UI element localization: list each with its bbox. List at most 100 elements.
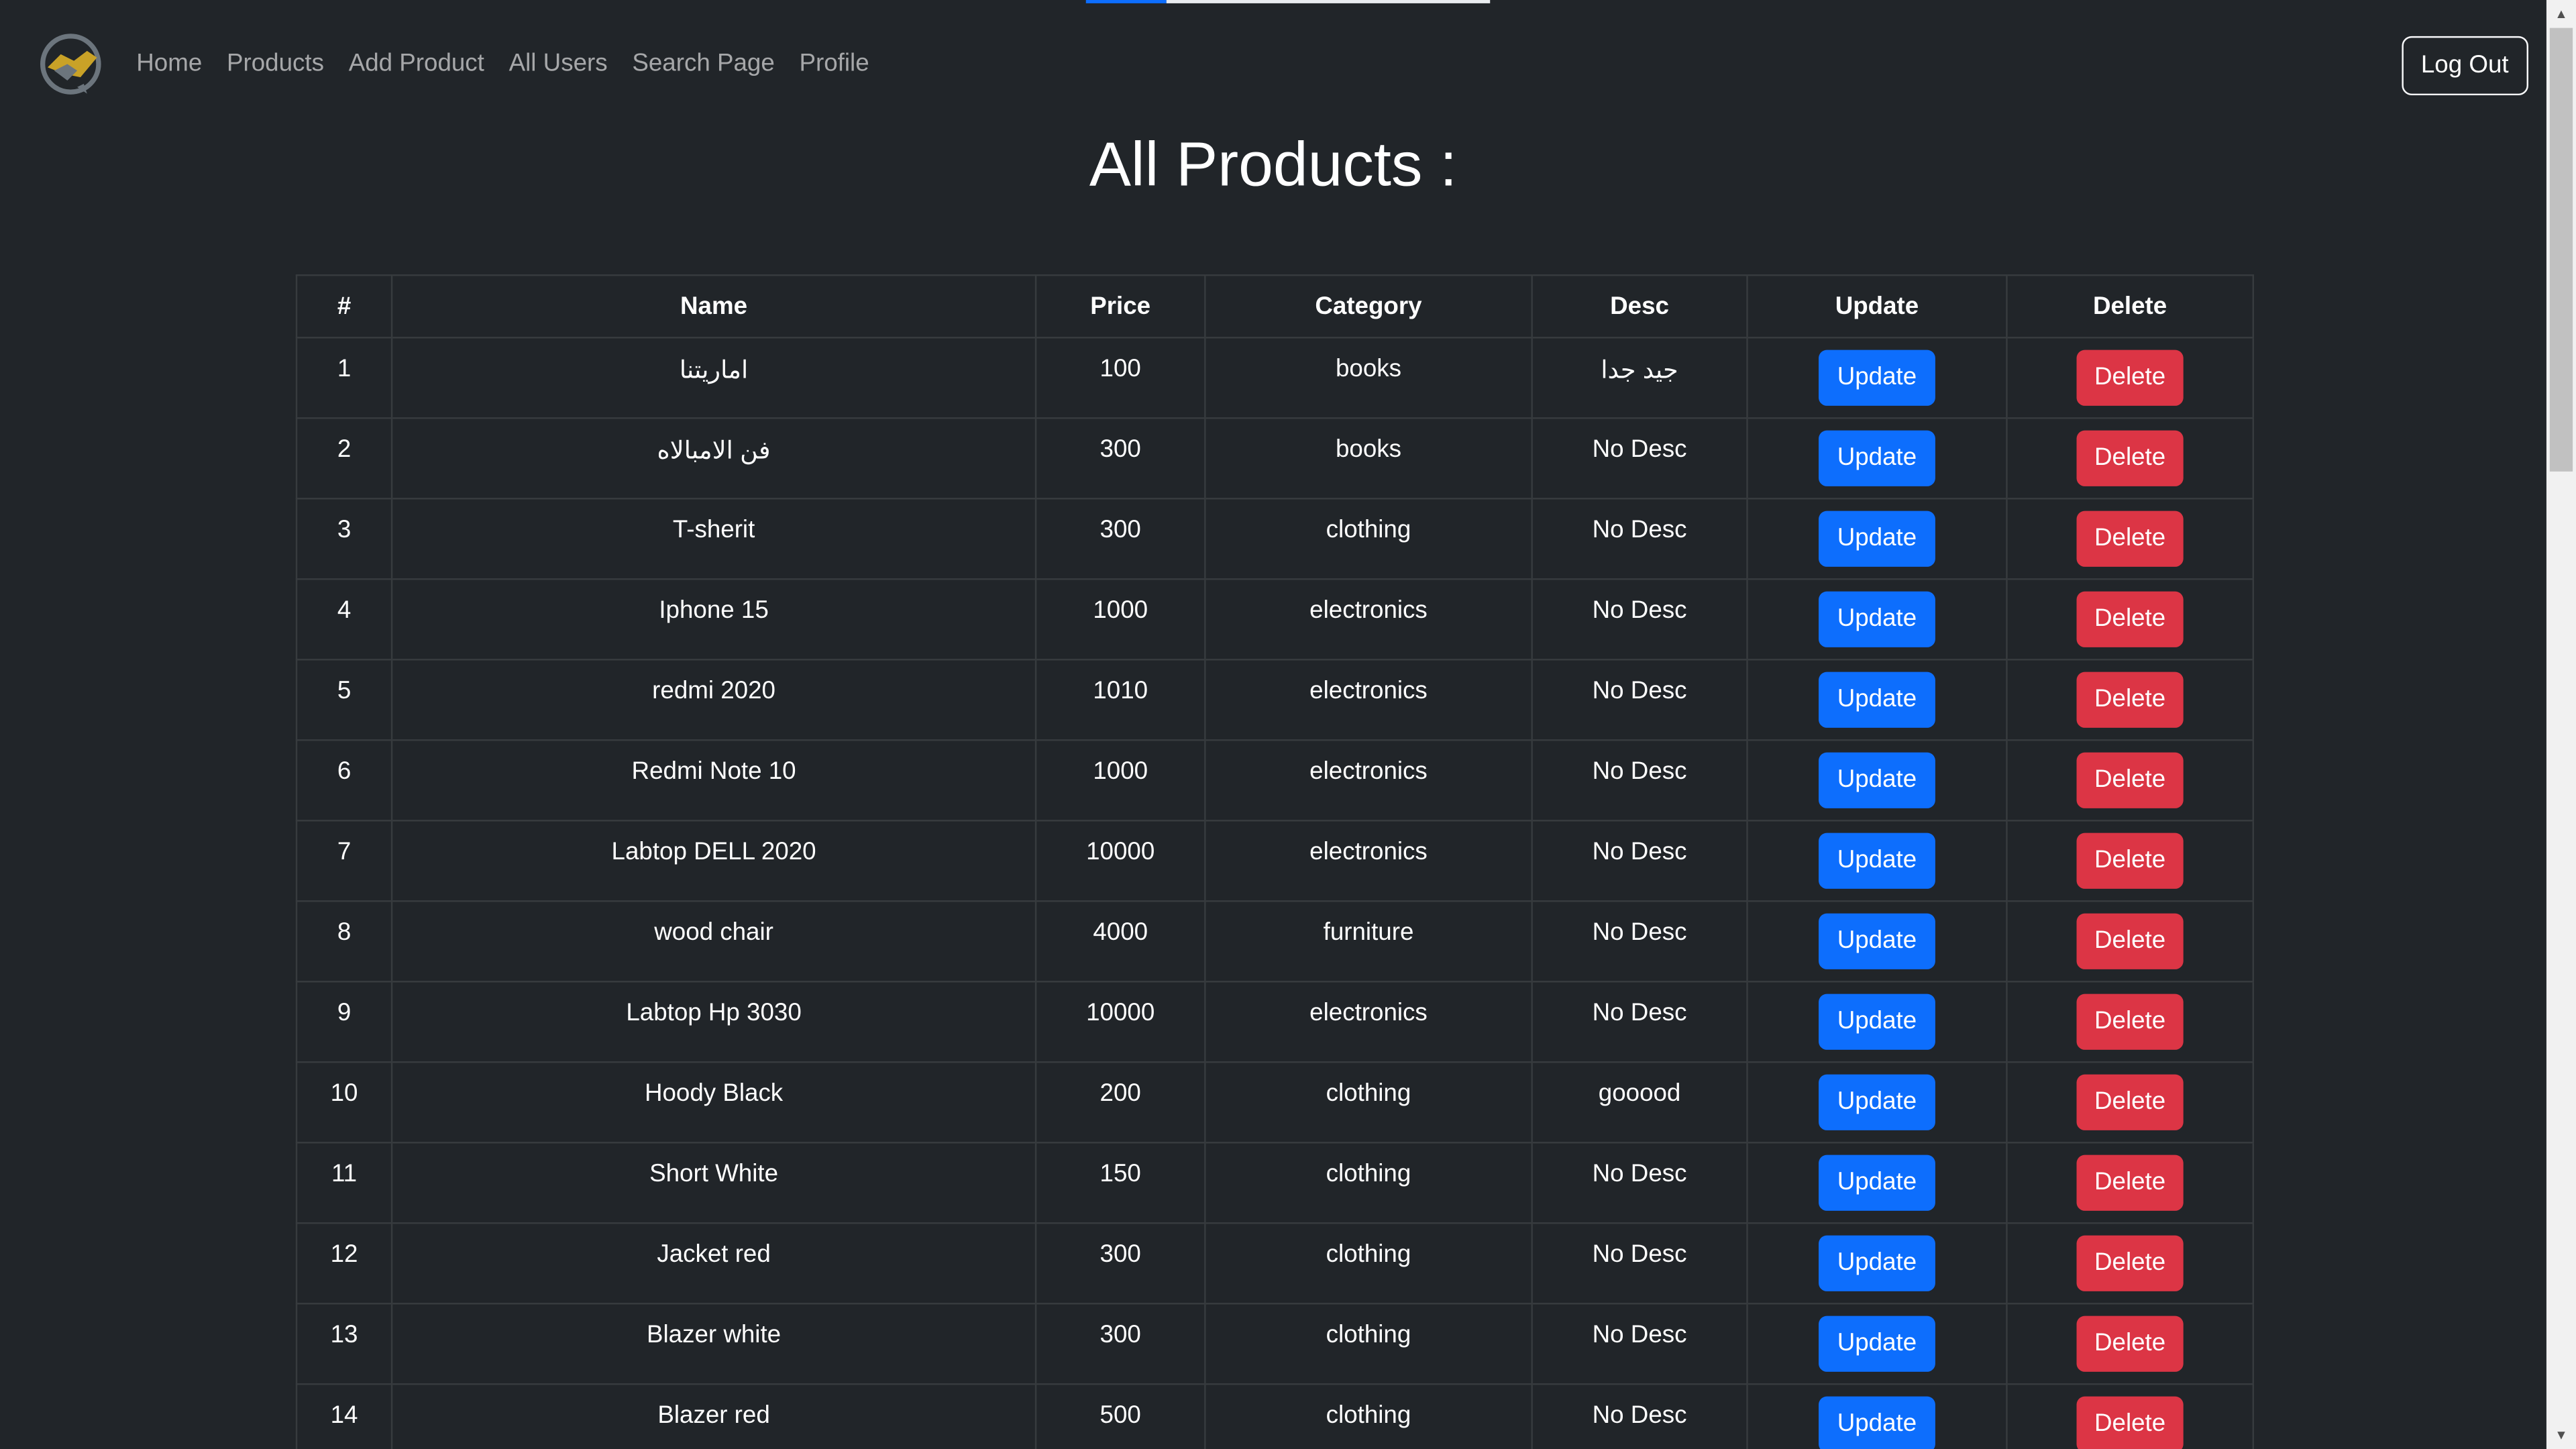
cell-price: 4000: [1034, 900, 1206, 983]
cell-name: wood chair: [390, 900, 1037, 983]
cell-desc: No Desc: [1531, 417, 1748, 500]
cell-delete: Delete: [2006, 1383, 2255, 1449]
update-button[interactable]: Update: [1819, 1396, 1935, 1449]
update-button[interactable]: Update: [1819, 672, 1935, 728]
column-header-number: #: [295, 274, 393, 339]
cell-desc: No Desc: [1531, 578, 1748, 661]
delete-button[interactable]: Delete: [2076, 1074, 2184, 1130]
update-button[interactable]: Update: [1819, 1074, 1935, 1130]
delete-button[interactable]: Delete: [2076, 591, 2184, 647]
cell-delete: Delete: [2006, 1222, 2255, 1305]
cell-price: 500: [1034, 1383, 1206, 1449]
update-button[interactable]: Update: [1819, 1235, 1935, 1291]
handshake-logo-icon[interactable]: [38, 32, 103, 97]
update-button[interactable]: Update: [1819, 430, 1935, 486]
products-table: # Name Price Category Desc Update Delete…: [295, 274, 2255, 1449]
nav-link-products[interactable]: Products: [227, 49, 324, 82]
cell-name: redmi 2020: [390, 659, 1037, 741]
cell-desc: No Desc: [1531, 1303, 1748, 1385]
cell-category: furniture: [1204, 900, 1533, 983]
delete-button[interactable]: Delete: [2076, 833, 2184, 889]
table-header-row: # Name Price Category Desc Update Delete: [295, 274, 2255, 339]
cell-number: 13: [295, 1303, 393, 1385]
cell-price: 200: [1034, 1061, 1206, 1144]
cell-delete: Delete: [2006, 659, 2255, 741]
products-table-container: # Name Price Category Desc Update Delete…: [295, 274, 2255, 1449]
scrollbar[interactable]: ▲ ▼: [2546, 0, 2576, 1449]
cell-category: clothing: [1204, 1383, 1533, 1449]
cell-number: 12: [295, 1222, 393, 1305]
cell-delete: Delete: [2006, 820, 2255, 902]
cell-desc: No Desc: [1531, 1142, 1748, 1224]
cell-delete: Delete: [2006, 1303, 2255, 1385]
delete-button[interactable]: Delete: [2076, 1396, 2184, 1449]
logout-button[interactable]: Log Out: [2401, 36, 2528, 96]
update-button[interactable]: Update: [1819, 994, 1935, 1050]
scroll-up-arrow-icon[interactable]: ▲: [2546, 0, 2576, 28]
table-body: 1 اماريتنا 100 books جيد جدا Update Delete 2 فن …: [295, 337, 2255, 1449]
column-header-update: Update: [1746, 274, 2008, 339]
cell-delete: Delete: [2006, 578, 2255, 661]
cell-category: electronics: [1204, 659, 1533, 741]
nav-link-profile[interactable]: Profile: [800, 49, 869, 82]
delete-button[interactable]: Delete: [2076, 350, 2184, 406]
cell-desc: No Desc: [1531, 659, 1748, 741]
delete-button[interactable]: Delete: [2076, 913, 2184, 969]
delete-button[interactable]: Delete: [2076, 511, 2184, 567]
cell-desc: No Desc: [1531, 498, 1748, 580]
delete-button[interactable]: Delete: [2076, 1316, 2184, 1372]
scrollbar-thumb[interactable]: [2549, 28, 2573, 472]
cell-category: clothing: [1204, 498, 1533, 580]
cell-number: 14: [295, 1383, 393, 1449]
cell-update: Update: [1746, 498, 2008, 580]
update-button[interactable]: Update: [1819, 511, 1935, 567]
cell-desc: No Desc: [1531, 739, 1748, 822]
delete-button[interactable]: Delete: [2076, 752, 2184, 808]
table-row: 4 Iphone 15 1000 electronics No Desc Update De…: [295, 578, 2255, 661]
table-row: 8 wood chair 4000 furniture No Desc Update Del…: [295, 900, 2255, 983]
update-button[interactable]: Update: [1819, 1155, 1935, 1211]
scroll-down-arrow-icon[interactable]: ▼: [2546, 1421, 2576, 1449]
cell-delete: Delete: [2006, 981, 2255, 1063]
nav-links: Home Products Add Product All Users Sear…: [136, 49, 869, 82]
column-header-delete: Delete: [2006, 274, 2255, 339]
cell-update: Update: [1746, 1142, 2008, 1224]
cell-delete: Delete: [2006, 1061, 2255, 1144]
cell-desc: No Desc: [1531, 981, 1748, 1063]
table-row: 11 Short White 150 clothing No Desc Update Del…: [295, 1142, 2255, 1224]
cell-update: Update: [1746, 820, 2008, 902]
update-button[interactable]: Update: [1819, 752, 1935, 808]
update-button[interactable]: Update: [1819, 1316, 1935, 1372]
nav-link-add-product[interactable]: Add Product: [349, 49, 484, 82]
cell-name: Blazer red: [390, 1383, 1037, 1449]
cell-price: 10000: [1034, 820, 1206, 902]
delete-button[interactable]: Delete: [2076, 1155, 2184, 1211]
delete-button[interactable]: Delete: [2076, 1235, 2184, 1291]
column-header-category: Category: [1204, 274, 1533, 339]
nav-link-search-page[interactable]: Search Page: [632, 49, 774, 82]
cell-price: 300: [1034, 417, 1206, 500]
cell-number: 9: [295, 981, 393, 1063]
table-row: 10 Hoody Black 200 clothing gooood Update Dele…: [295, 1061, 2255, 1144]
column-header-name: Name: [390, 274, 1037, 339]
cell-delete: Delete: [2006, 337, 2255, 419]
update-button[interactable]: Update: [1819, 591, 1935, 647]
cell-name: اماريتنا: [390, 337, 1037, 419]
update-button[interactable]: Update: [1819, 833, 1935, 889]
column-header-price: Price: [1034, 274, 1206, 339]
cell-number: 8: [295, 900, 393, 983]
cell-update: Update: [1746, 417, 2008, 500]
cell-update: Update: [1746, 337, 2008, 419]
update-button[interactable]: Update: [1819, 350, 1935, 406]
nav-link-all-users[interactable]: All Users: [509, 49, 608, 82]
cell-update: Update: [1746, 739, 2008, 822]
cell-desc: No Desc: [1531, 1383, 1748, 1449]
cell-number: 6: [295, 739, 393, 822]
delete-button[interactable]: Delete: [2076, 672, 2184, 728]
delete-button[interactable]: Delete: [2076, 430, 2184, 486]
update-button[interactable]: Update: [1819, 913, 1935, 969]
cell-price: 1010: [1034, 659, 1206, 741]
nav-link-home[interactable]: Home: [136, 49, 202, 82]
table-row: 14 Blazer red 500 clothing No Desc Update Dele…: [295, 1383, 2255, 1449]
delete-button[interactable]: Delete: [2076, 994, 2184, 1050]
